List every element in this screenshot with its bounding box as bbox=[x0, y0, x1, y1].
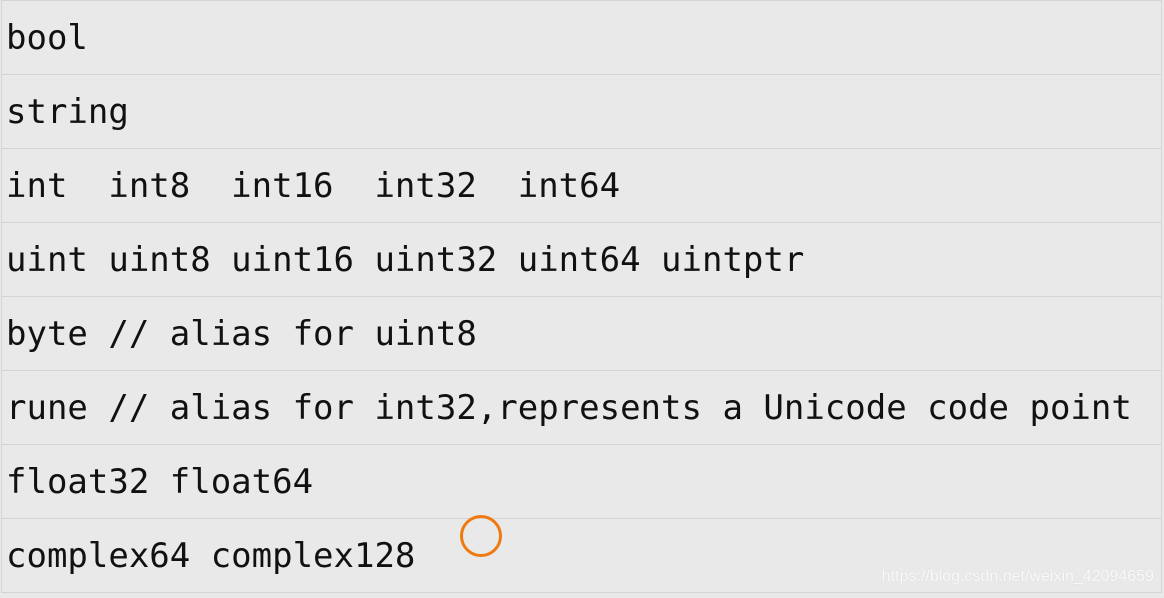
table-row: int int8 int16 int32 int64 bbox=[2, 148, 1161, 222]
table-row: uint uint8 uint16 uint32 uint64 uintptr bbox=[2, 222, 1161, 296]
cursor-highlight-icon bbox=[460, 515, 502, 557]
table-row: bool bbox=[2, 0, 1161, 74]
table-row: rune // alias for int32,represents a Uni… bbox=[2, 370, 1161, 444]
watermark: https://blog.csdn.net/weixin_42094659 bbox=[881, 568, 1154, 585]
row-text: byte // alias for uint8 bbox=[6, 313, 477, 354]
row-text: uint uint8 uint16 uint32 uint64 uintptr bbox=[6, 239, 805, 280]
table-row: float32 float64 bbox=[2, 444, 1161, 518]
row-text: int int8 int16 int32 int64 bbox=[6, 165, 621, 206]
row-text: float32 float64 bbox=[6, 461, 314, 502]
row-text: complex64 complex128 bbox=[6, 535, 416, 576]
types-table: bool string int int8 int16 int32 int64 u… bbox=[1, 0, 1162, 593]
row-text: rune // alias for int32,represents a Uni… bbox=[6, 387, 1132, 428]
table-row: string bbox=[2, 74, 1161, 148]
table-row: byte // alias for uint8 bbox=[2, 296, 1161, 370]
row-text: bool bbox=[6, 17, 88, 58]
row-text: string bbox=[6, 91, 129, 132]
